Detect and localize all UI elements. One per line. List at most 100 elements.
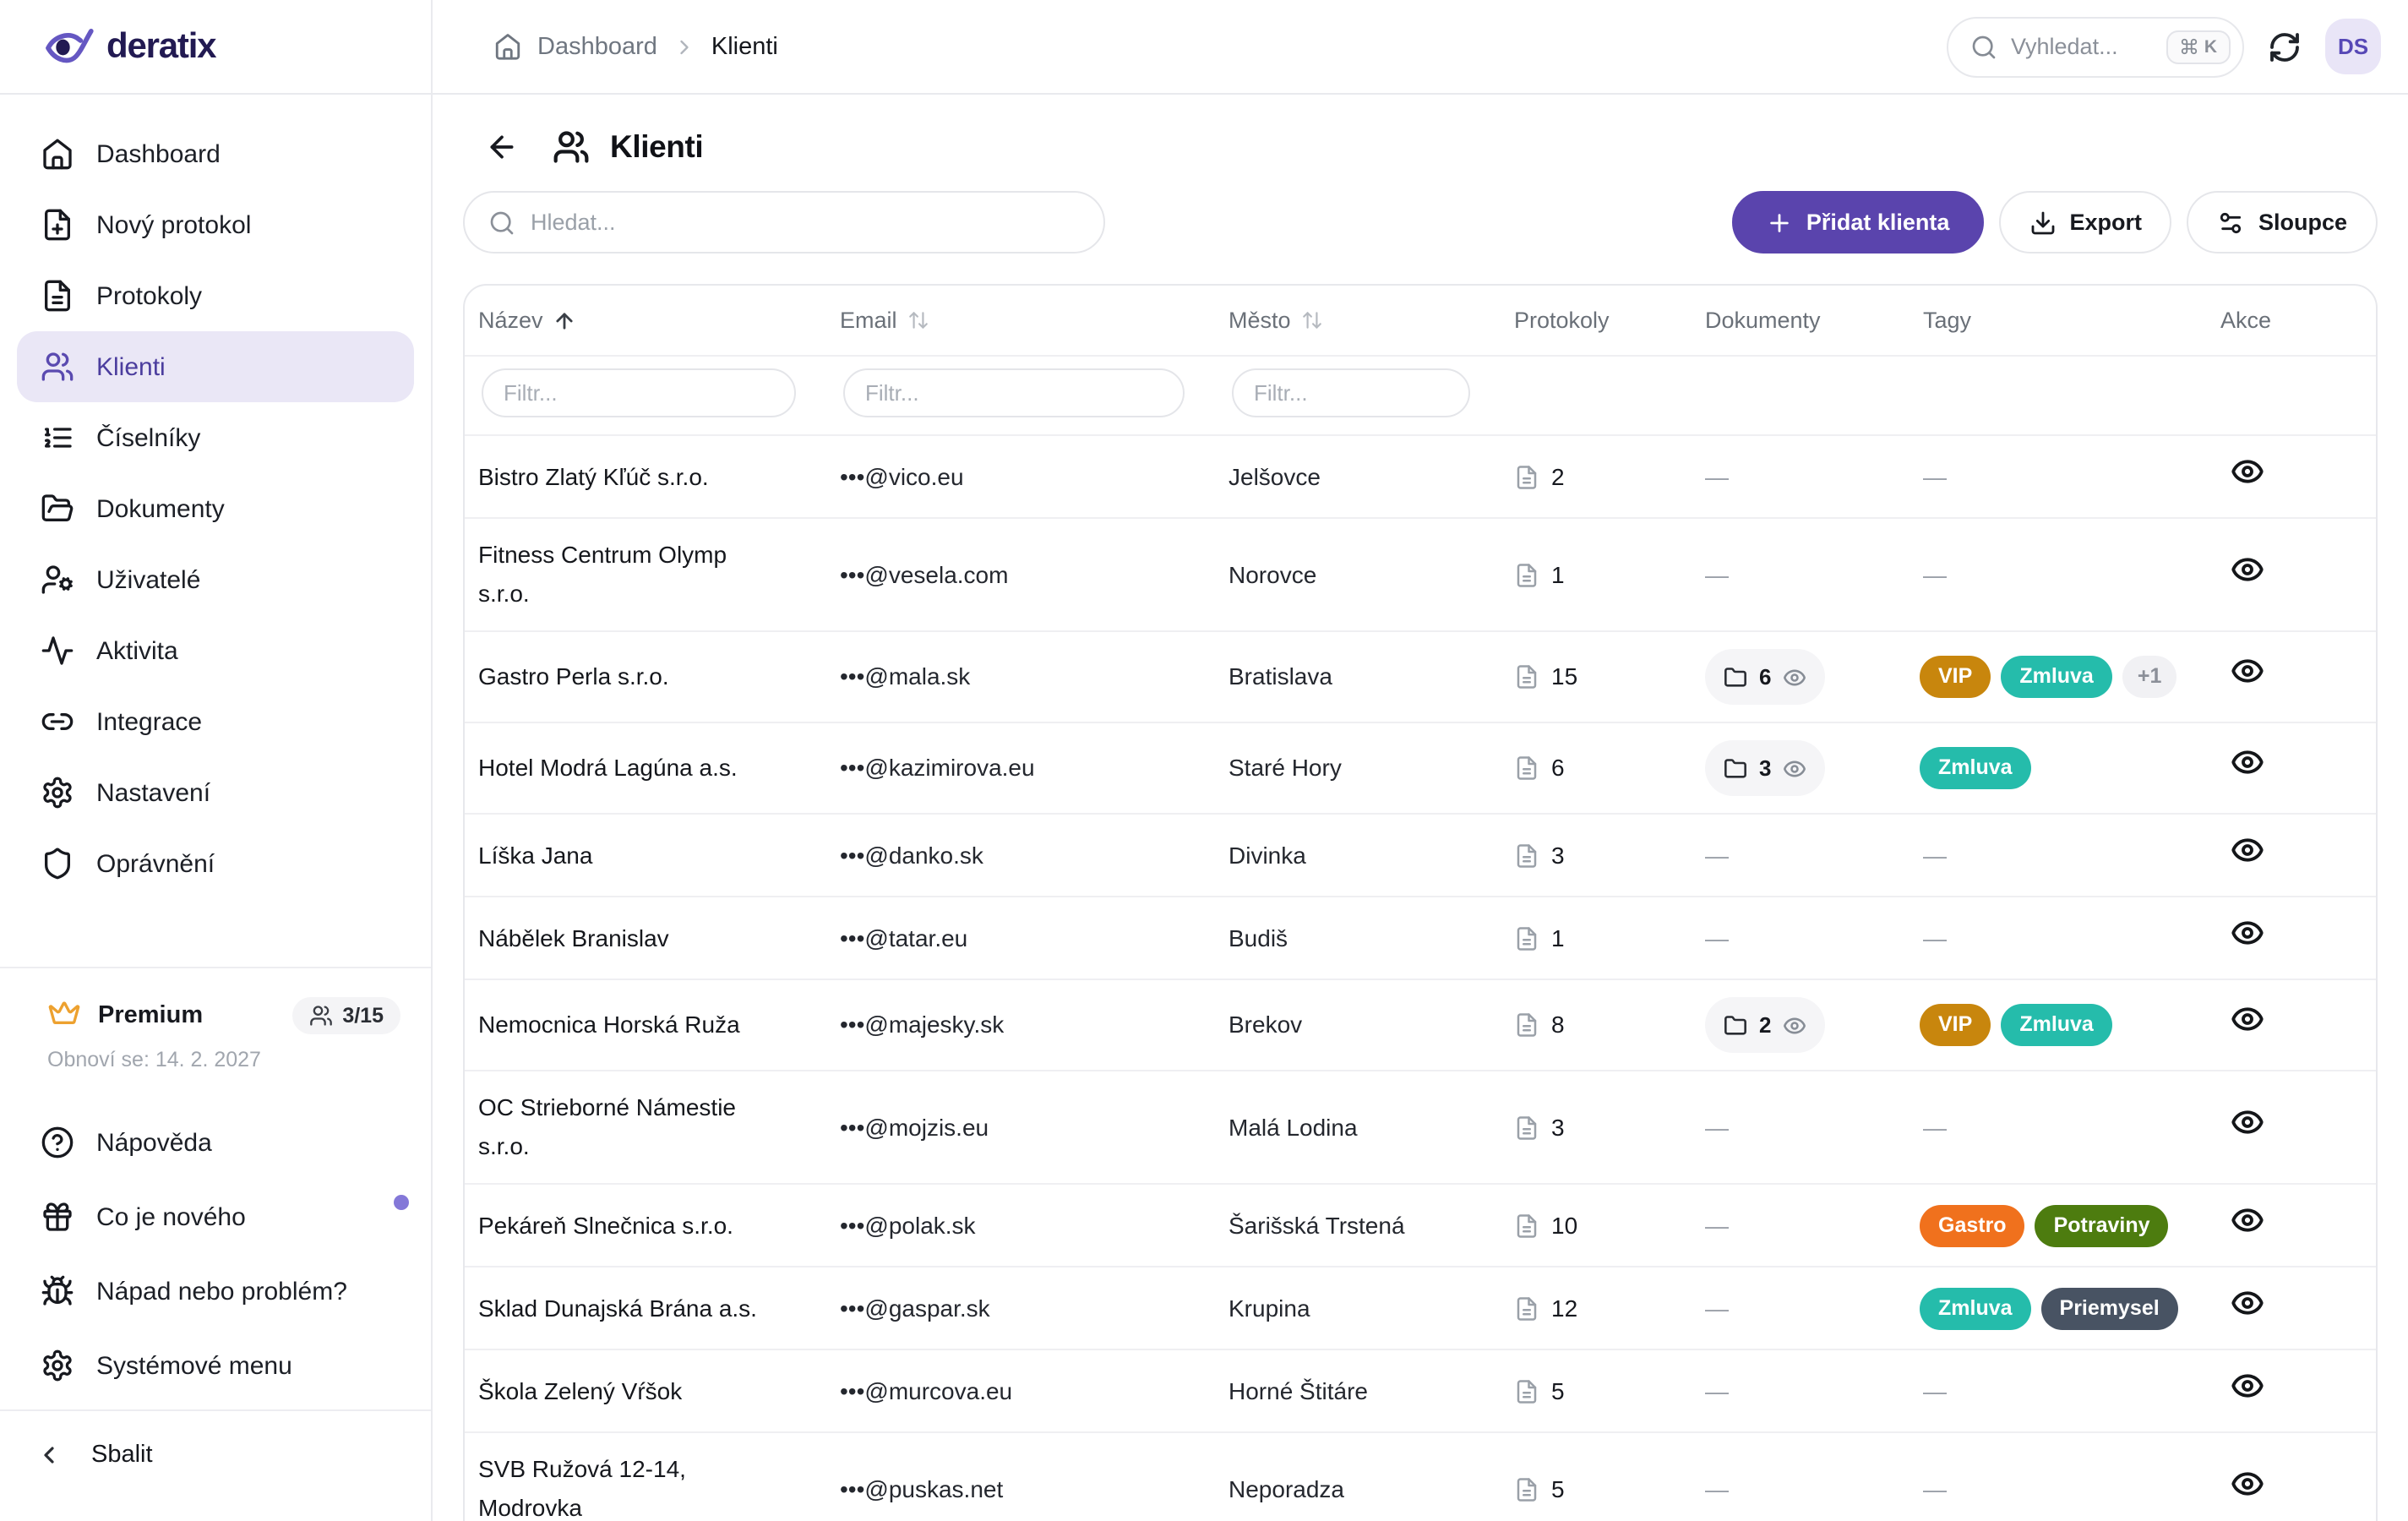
view-client-button[interactable] <box>2231 1368 2264 1402</box>
sidebar-item-dokumenty[interactable]: Dokumenty <box>17 473 414 544</box>
eye-icon <box>2231 1368 2264 1402</box>
folder-open-icon <box>41 492 74 526</box>
document-count-badge[interactable]: 6 <box>1705 649 1826 705</box>
plus-icon <box>1766 209 1793 236</box>
tag-zmluva[interactable]: Zmluva <box>2001 1004 2112 1046</box>
user-quota-badge: 3/15 <box>291 997 400 1034</box>
table-row: Sklad Dunajská Brána a.s. •••@gaspar.sk Kr… <box>465 1266 2376 1349</box>
filter-input-mesto[interactable] <box>1232 368 1470 417</box>
view-client-button[interactable] <box>2231 1104 2264 1138</box>
global-search-input[interactable]: K <box>1947 16 2244 77</box>
view-client-button[interactable] <box>2231 454 2264 488</box>
empty-value: — <box>1923 462 1947 489</box>
notification-dot <box>394 1195 409 1210</box>
view-client-button[interactable] <box>2231 915 2264 949</box>
sloupce-button[interactable]: Sloupce <box>2187 191 2378 254</box>
sidebar-footer-nav: Nápověda Co je nového Nápad nebo problém? S… <box>0 1105 431 1403</box>
column-label: Název <box>478 308 543 333</box>
view-client-button[interactable] <box>2231 1202 2264 1236</box>
view-client-button[interactable] <box>2231 1466 2264 1500</box>
folder-icon <box>1724 1013 1747 1037</box>
sidebar-item-ciselniky[interactable]: Číselníky <box>17 402 414 473</box>
tag-zmluva[interactable]: Zmluva <box>1920 1287 2031 1329</box>
pridat-klienta-button[interactable]: Přidat klienta <box>1731 191 1984 254</box>
table-search-field[interactable] <box>531 210 1080 235</box>
sidebar-item-opravneni[interactable]: Oprávnění <box>17 828 414 899</box>
view-client-button[interactable] <box>2231 552 2264 586</box>
column-header-email[interactable]: Email <box>826 308 1215 333</box>
sidebar-item-integrace[interactable]: Integrace <box>17 686 414 757</box>
global-search-field[interactable] <box>2011 34 2129 59</box>
export-button[interactable]: Export <box>1998 191 2172 254</box>
view-client-button[interactable] <box>2231 654 2264 688</box>
breadcrumb-dashboard[interactable]: Dashboard <box>537 33 657 60</box>
sidebar-item-label: Nový protokol <box>96 210 252 239</box>
protocol-count: 5 <box>1514 1469 1692 1508</box>
sidebar-item-dashboard[interactable]: Dashboard <box>17 118 414 189</box>
document-count-badge[interactable]: 3 <box>1705 740 1826 796</box>
client-name: Nemocnica Horská Ruža <box>478 1011 740 1038</box>
file-text-icon <box>41 279 74 313</box>
empty-value: — <box>1923 1475 1947 1502</box>
sidebar-item-novy-protokol[interactable]: Nový protokol <box>17 189 414 260</box>
sidebar-item-systemove-menu[interactable]: Systémové menu <box>17 1328 414 1403</box>
app-logo[interactable]: deratix <box>0 0 431 95</box>
sidebar-item-napoveda[interactable]: Nápověda <box>17 1105 414 1180</box>
gift-icon <box>41 1200 74 1234</box>
keyboard-shortcut-badge: K <box>2166 30 2231 63</box>
refresh-icon[interactable] <box>2268 30 2302 63</box>
column-header-mesto[interactable]: Město <box>1215 308 1501 333</box>
view-client-button[interactable] <box>2231 1002 2264 1036</box>
back-button[interactable] <box>485 130 519 164</box>
sidebar-item-protokoly[interactable]: Protokoly <box>17 260 414 331</box>
folder-icon <box>1724 665 1747 689</box>
client-city: Staré Hory <box>1229 754 1342 781</box>
view-client-button[interactable] <box>2231 1285 2264 1319</box>
sidebar-nav: Dashboard Nový protokol Protokoly Klienti Čí… <box>0 95 431 899</box>
filter-input-email[interactable] <box>843 368 1185 417</box>
tag-priemysel[interactable]: Priemysel <box>2040 1287 2178 1329</box>
table-row: Nábělek Branislav •••@tatar.eu Budiš 1 — — <box>465 896 2376 979</box>
user-avatar[interactable]: DS <box>2325 19 2381 74</box>
tag-vip[interactable]: VIP <box>1920 1004 1991 1046</box>
collapse-label: Sbalit <box>91 1441 153 1468</box>
view-client-button[interactable] <box>2231 832 2264 866</box>
table-body: Bistro Zlatý Kľúč s.r.o. •••@vico.eu Jelšo… <box>465 434 2376 1521</box>
tag-potraviny[interactable]: Potraviny <box>2035 1204 2169 1246</box>
eye-icon <box>2231 1466 2264 1500</box>
user-quota-value: 3/15 <box>342 1004 384 1028</box>
folder-icon <box>1724 756 1747 780</box>
tag-vip[interactable]: VIP <box>1920 656 1991 698</box>
sort-icon <box>1301 309 1323 331</box>
protocol-count: 10 <box>1514 1206 1692 1245</box>
client-email: •••@vico.eu <box>840 462 964 489</box>
column-header-protokoly: Protokoly <box>1501 308 1692 333</box>
sidebar-item-aktivita[interactable]: Aktivita <box>17 615 414 686</box>
sidebar-item-label: Protokoly <box>96 281 203 310</box>
sidebar-item-label: Systémové menu <box>96 1351 292 1380</box>
breadcrumb-klienti[interactable]: Klienti <box>711 33 778 60</box>
sidebar-item-uzivatele[interactable]: Uživatelé <box>17 544 414 615</box>
empty-value: — <box>1923 924 1947 951</box>
column-header-nazev[interactable]: Název <box>465 308 826 333</box>
document-count-badge[interactable]: 2 <box>1705 997 1826 1053</box>
tag-zmluva[interactable]: Zmluva <box>1920 747 2031 789</box>
sidebar-item-napad-nebo-problem[interactable]: Nápad nebo problém? <box>17 1254 414 1328</box>
column-label: Tagy <box>1923 308 1972 333</box>
empty-value: — <box>1923 841 1947 868</box>
sidebar-item-label: Dokumenty <box>96 494 225 523</box>
sidebar-item-nastaveni[interactable]: Nastavení <box>17 757 414 828</box>
sidebar-item-co-je-noveho[interactable]: Co je nového <box>17 1180 414 1254</box>
empty-value: — <box>1705 1294 1729 1321</box>
collapse-sidebar-button[interactable]: Sbalit <box>0 1411 431 1497</box>
home-icon <box>493 32 522 61</box>
tag-zmluva[interactable]: Zmluva <box>2001 656 2112 698</box>
table-search-input[interactable] <box>463 191 1105 254</box>
filter-input-nazev[interactable] <box>482 368 796 417</box>
view-client-button[interactable] <box>2231 745 2264 779</box>
client-name: Gastro Perla s.r.o. <box>478 662 669 690</box>
tag-gastro[interactable]: Gastro <box>1920 1204 2025 1246</box>
sidebar-item-klienti[interactable]: Klienti <box>17 331 414 402</box>
client-name: Hotel Modrá Lagúna a.s. <box>478 754 738 781</box>
client-name: Pekáreň Slnečnica s.r.o. <box>478 1211 733 1238</box>
